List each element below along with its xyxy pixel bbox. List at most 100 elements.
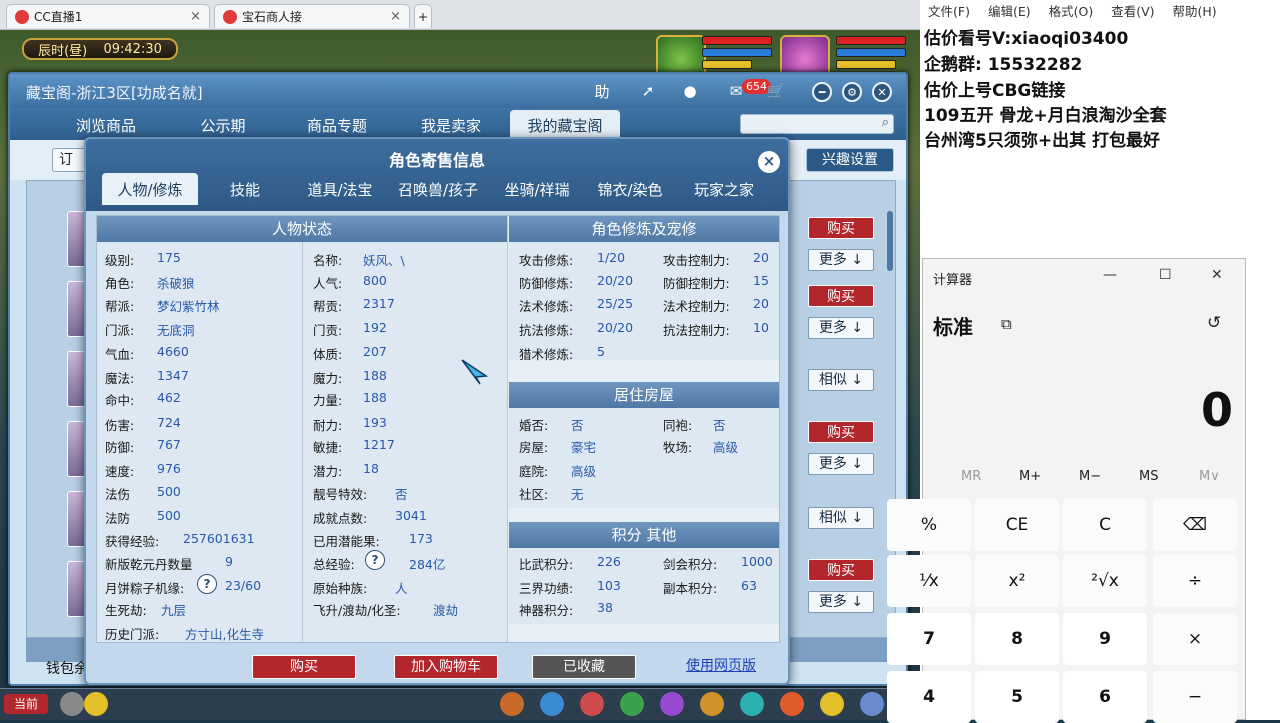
shop-icon[interactable]: [740, 692, 764, 716]
browser-tab-cc[interactable]: CC直播1 ×: [6, 4, 210, 28]
tab-close-icon[interactable]: ×: [190, 9, 201, 24]
share-icon[interactable]: ➚: [636, 80, 660, 102]
stat-value: 无底洞: [157, 323, 195, 338]
key-c[interactable]: C: [1063, 499, 1147, 551]
key-percent[interactable]: %: [887, 499, 971, 551]
friend-icon[interactable]: [620, 692, 644, 716]
settings-gear-icon[interactable]: ⚙: [842, 82, 862, 102]
cult-label: 防御控制力:: [663, 276, 730, 291]
keep-on-top-icon[interactable]: ⧉: [1001, 315, 1012, 333]
stat-label: 已用潜能果:: [313, 534, 380, 549]
more-button[interactable]: 更多 ↓: [808, 249, 874, 271]
browser-tab-gem[interactable]: 宝石商人接 ×: [214, 4, 410, 28]
bag-icon[interactable]: [540, 692, 564, 716]
calc-close-icon[interactable]: ✕: [1211, 267, 1223, 283]
search-input[interactable]: ⌕: [740, 114, 894, 134]
current-channel-button[interactable]: 当前: [4, 694, 48, 714]
emoji-icon[interactable]: [84, 692, 108, 716]
dtab-skills[interactable]: 技能: [202, 173, 288, 205]
menu-format[interactable]: 格式(O): [1049, 0, 1094, 24]
add-to-cart-button[interactable]: 加入购物车: [394, 655, 498, 679]
key-subtract[interactable]: −: [1153, 671, 1237, 723]
cart-icon[interactable]: 🛒: [764, 80, 788, 102]
stat-label: 法伤: [105, 487, 131, 502]
menu-file[interactable]: 文件(F): [928, 0, 970, 24]
help-button[interactable]: 助: [590, 80, 614, 102]
key-reciprocal[interactable]: ¹⁄x: [887, 555, 971, 607]
dtab-pets[interactable]: 召唤兽/孩子: [390, 173, 486, 205]
skill-icon[interactable]: [500, 692, 524, 716]
more-button[interactable]: 更多 ↓: [808, 591, 874, 613]
close-icon[interactable]: ✕: [872, 82, 892, 102]
mem-store[interactable]: MS: [1139, 469, 1158, 484]
interest-settings-button[interactable]: 兴趣设置: [806, 148, 894, 172]
key-multiply[interactable]: ×: [1153, 613, 1237, 665]
team-icon[interactable]: [580, 692, 604, 716]
dialog-close-icon[interactable]: ×: [758, 151, 780, 173]
key-sqrt[interactable]: ²√x: [1063, 555, 1147, 607]
tab-browse[interactable]: 浏览商品: [50, 110, 162, 140]
key-7[interactable]: 7: [887, 613, 971, 665]
key-backspace[interactable]: ⌫: [1153, 499, 1237, 551]
calc-maximize-icon[interactable]: ☐: [1159, 267, 1172, 283]
key-9[interactable]: 9: [1063, 613, 1147, 665]
dtab-outfits[interactable]: 锦衣/染色: [586, 173, 674, 205]
buy-button[interactable]: 购买: [808, 285, 874, 307]
key-6[interactable]: 6: [1063, 671, 1147, 723]
task-icon[interactable]: [660, 692, 684, 716]
help-question-icon[interactable]: ?: [197, 574, 217, 594]
collected-button[interactable]: 已收藏: [532, 655, 636, 679]
key-square[interactable]: x²: [975, 555, 1059, 607]
menu-help[interactable]: 帮助(H): [1173, 0, 1217, 24]
points-value: 1000: [741, 554, 773, 569]
list-scrollbar[interactable]: [887, 211, 893, 271]
tab-topics[interactable]: 商品专题: [282, 110, 392, 140]
tab-my-cbg[interactable]: 我的藏宝阁: [510, 110, 620, 140]
cult-value: 25/25: [597, 296, 634, 311]
dtab-mounts[interactable]: 坐骑/祥瑞: [490, 173, 584, 205]
key-divide[interactable]: ÷: [1153, 555, 1237, 607]
web-version-link[interactable]: 使用网页版: [680, 655, 762, 679]
key-5[interactable]: 5: [975, 671, 1059, 723]
mem-list[interactable]: M∨: [1199, 469, 1220, 484]
history-icon[interactable]: ↺: [1207, 313, 1221, 333]
buy-button[interactable]: 购买: [808, 421, 874, 443]
guild-icon[interactable]: [700, 692, 724, 716]
similar-button[interactable]: 相似 ↓: [808, 369, 874, 391]
mic-icon[interactable]: [60, 692, 84, 716]
key-ce[interactable]: CE: [975, 499, 1059, 551]
buy-button[interactable]: 购买: [808, 217, 874, 239]
dtab-character[interactable]: 人物/修炼: [102, 173, 198, 205]
mem-plus[interactable]: M+: [1019, 469, 1041, 484]
record-icon[interactable]: ●: [678, 80, 702, 102]
menu-view[interactable]: 查看(V): [1111, 0, 1154, 24]
stat-value: 23/60: [225, 578, 262, 593]
tab-seller[interactable]: 我是卖家: [396, 110, 506, 140]
key-8[interactable]: 8: [975, 613, 1059, 665]
calc-minimize-icon[interactable]: —: [1103, 267, 1117, 283]
key-4[interactable]: 4: [887, 671, 971, 723]
dtab-home[interactable]: 玩家之家: [678, 173, 770, 205]
system-icon[interactable]: [820, 692, 844, 716]
activity-icon[interactable]: [780, 692, 804, 716]
points-header: 积分 其他: [509, 522, 779, 548]
more-button[interactable]: 更多 ↓: [808, 317, 874, 339]
more-button[interactable]: 更多 ↓: [808, 453, 874, 475]
minimize-icon[interactable]: ━: [812, 82, 832, 102]
mem-mr[interactable]: MR: [961, 469, 981, 484]
new-tab-button[interactable]: +: [414, 4, 432, 28]
stat-label: 历史门派:: [105, 627, 160, 642]
search-icon[interactable]: ⌕: [882, 115, 889, 130]
mem-minus[interactable]: M−: [1079, 469, 1101, 484]
settings-icon[interactable]: [860, 692, 884, 716]
menu-edit[interactable]: 编辑(E): [988, 0, 1031, 24]
buy-button[interactable]: 购买: [808, 559, 874, 581]
help-question-icon[interactable]: ?: [365, 550, 385, 570]
tab-public[interactable]: 公示期: [168, 110, 278, 140]
tab-close-icon[interactable]: ×: [390, 9, 401, 24]
dialog-buy-button[interactable]: 购买: [252, 655, 356, 679]
note-line: 台州湾5只须弥+出其 打包最好: [924, 131, 1160, 151]
dtab-items[interactable]: 道具/法宝: [292, 173, 388, 205]
similar-button[interactable]: 相似 ↓: [808, 507, 874, 529]
stat-value: 渡劫: [433, 603, 459, 618]
